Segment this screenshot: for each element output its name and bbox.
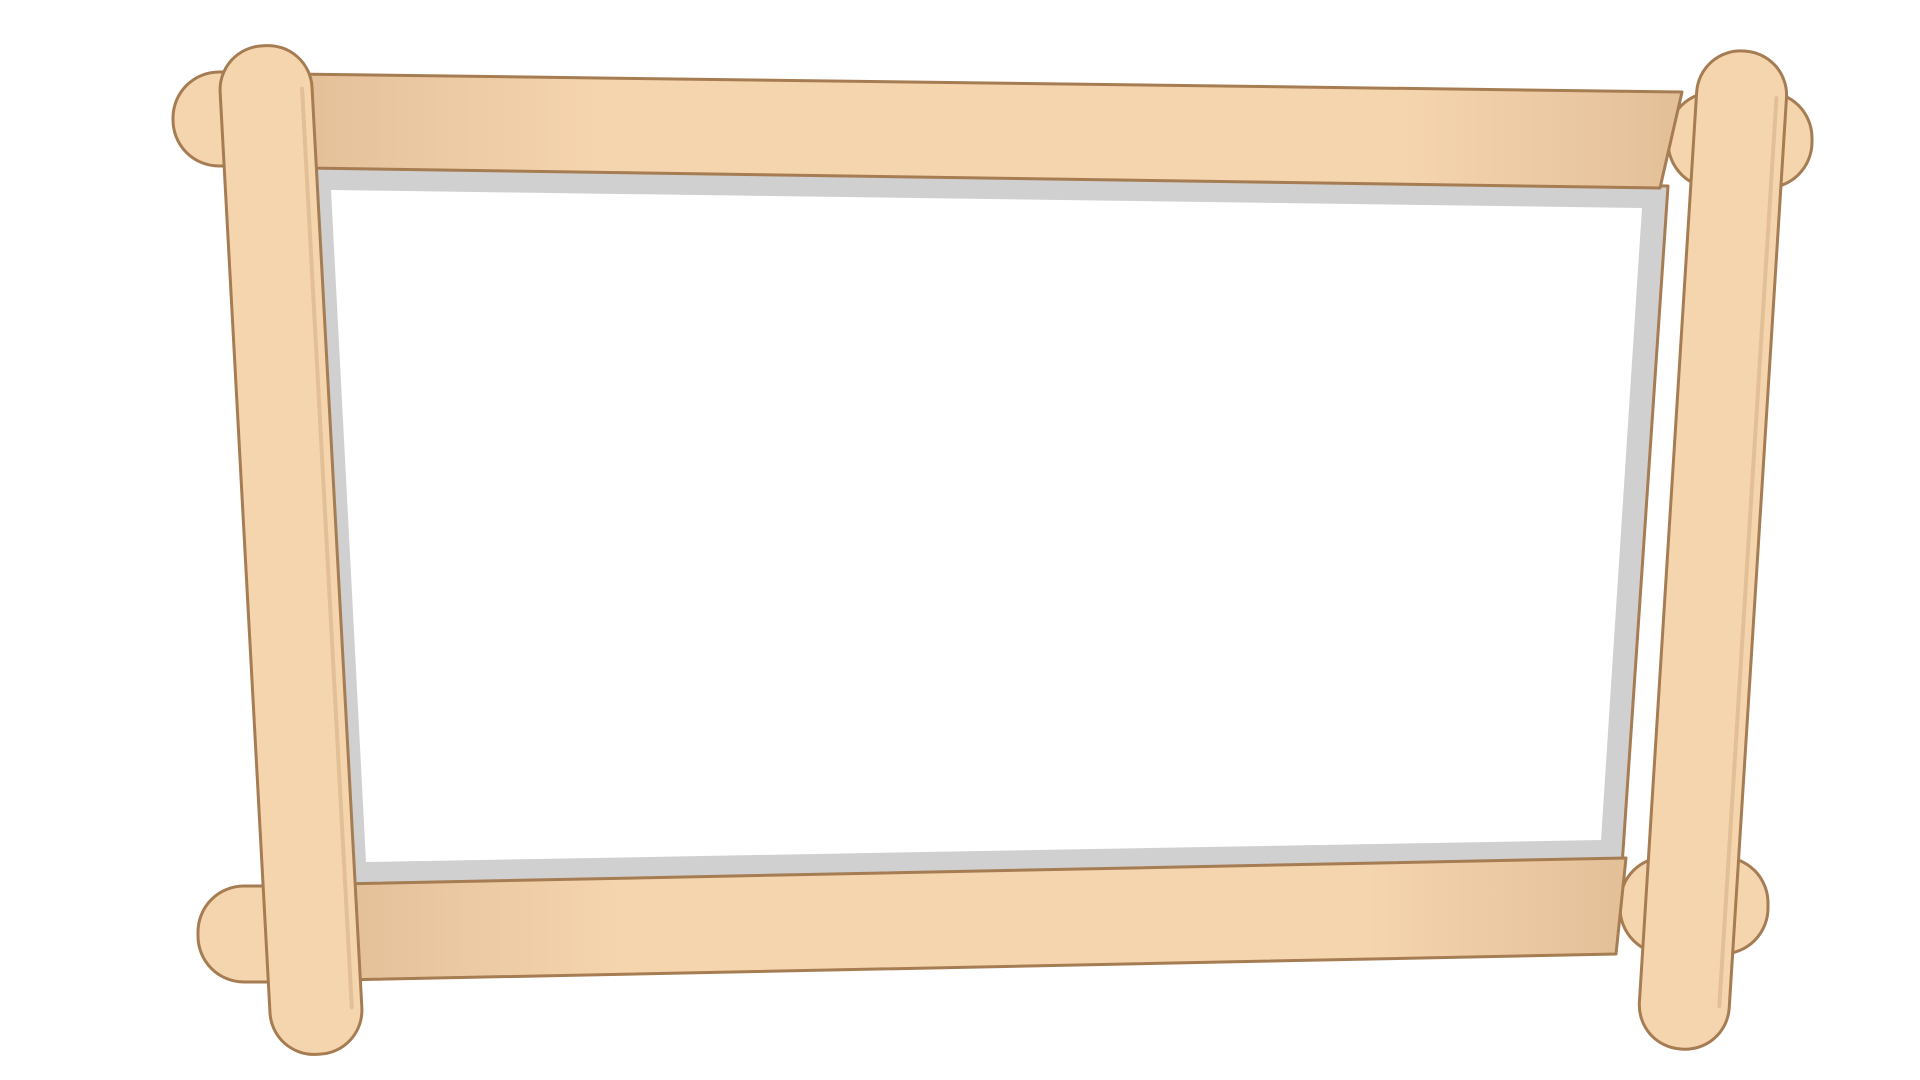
popsicle-stick-frame-icon <box>0 0 1920 1080</box>
frame-picture-area <box>331 190 1642 862</box>
popsicle-stick-frame-scene <box>0 0 1920 1080</box>
top-stick <box>290 72 1684 190</box>
